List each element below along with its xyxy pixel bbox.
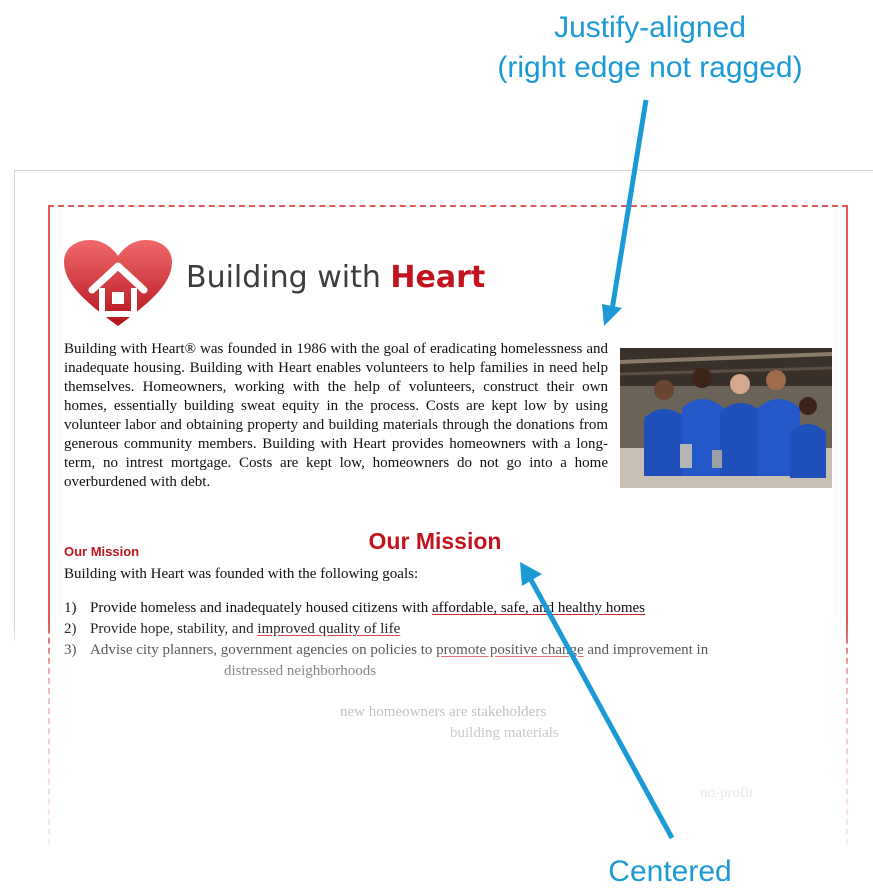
goal-underlined: improved quality of life: [257, 621, 401, 637]
callout-line-1: Justify-aligned: [554, 11, 746, 44]
mission-intro: Building with Heart was founded with the…: [64, 566, 419, 582]
callout-line-2: (right edge not ragged): [497, 51, 803, 84]
faint-text: new homeowners are stakeholders: [340, 704, 547, 720]
goal-continuation: distressed neighborhoods: [224, 663, 377, 679]
intro-paragraph: Building with Heart® was founded in 1986…: [64, 341, 608, 490]
faint-text: no-profit: [700, 785, 754, 801]
justify-aligned-callout: Justify-aligned (right edge not ragged): [440, 8, 860, 88]
list-number: 2): [64, 621, 77, 637]
page-border-left: [48, 208, 50, 628]
title-plain: Building with: [186, 260, 391, 295]
document-title: Building with Heart: [186, 260, 485, 295]
goals-list: 1) Provide homeless and inadequately hous…: [64, 598, 824, 682]
mission-heading: Our Mission: [64, 544, 140, 559]
list-number: 1): [64, 600, 77, 616]
volunteers-group-photo: [620, 348, 832, 488]
list-item: 1) Provide homeless and inadequately hous…: [64, 598, 824, 619]
list-item-continuation: distressed neighborhoods: [64, 661, 824, 682]
heart-house-icon: [64, 240, 172, 326]
centered-callout: Centered: [608, 855, 732, 888]
goal-text: Advise city planners, government agencie…: [90, 642, 437, 658]
list-item: 2) Provide hope, stability, and improved …: [64, 619, 824, 640]
goal-text-after: and improvement in: [583, 642, 709, 658]
page-border-right: [846, 208, 848, 638]
list-item: 3) Advise city planners, government agenc…: [64, 640, 824, 661]
goal-underlined: affordable, safe, and healthy homes: [432, 600, 645, 616]
list-number: 3): [64, 642, 77, 658]
goal-text: Provide homeless and inadequately housed…: [90, 600, 433, 616]
mission-heading-centered: Our Mission: [368, 528, 502, 554]
faint-text: building materials: [450, 725, 559, 741]
title-bold: Heart: [390, 260, 486, 295]
goal-text: Provide hope, stability, and: [90, 621, 258, 637]
goal-underlined: promote positive change: [436, 642, 584, 658]
